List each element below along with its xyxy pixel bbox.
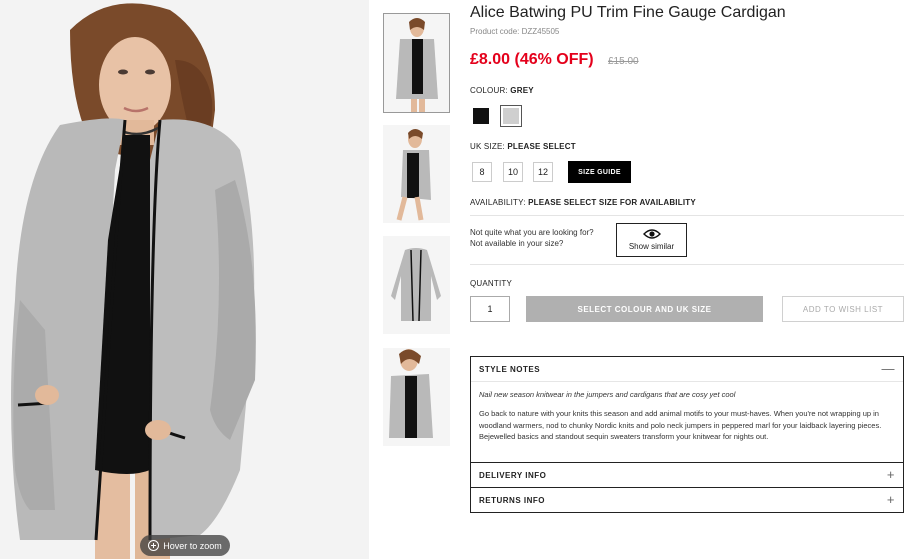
swatch-black[interactable] [470, 105, 492, 127]
size-label-text: UK SIZE: [470, 142, 505, 151]
swatch-grey-fill [503, 108, 519, 124]
add-to-wishlist-button[interactable]: ADD TO WISH LIST [782, 296, 904, 322]
thumbnail-image-front [384, 14, 449, 112]
style-notes-header[interactable]: STYLE NOTES — [471, 357, 903, 381]
availability-label: AVAILABILITY: PLEASE SELECT SIZE FOR AVA… [470, 198, 696, 207]
swatch-grey[interactable] [500, 105, 522, 127]
select-colour-size-button[interactable]: SELECT COLOUR AND UK SIZE [526, 296, 763, 322]
thumbnail-image-flat [383, 236, 450, 334]
size-option-12[interactable]: 12 [533, 162, 553, 182]
thumbnail-1[interactable] [383, 13, 450, 113]
thumbnail-3[interactable] [383, 236, 450, 334]
divider [470, 215, 904, 216]
thumbnail-2[interactable] [383, 125, 450, 223]
expand-icon[interactable]: + [887, 467, 895, 482]
colour-value: GREY [510, 86, 534, 95]
divider [470, 264, 904, 265]
thumbnail-image-side [383, 125, 450, 223]
size-value: PLEASE SELECT [507, 142, 576, 151]
show-similar-label: Show similar [628, 242, 675, 251]
style-notes-title: STYLE NOTES [479, 364, 541, 374]
quantity-label: QUANTITY [470, 279, 513, 288]
availability-label-text: AVAILABILITY: [470, 198, 526, 207]
main-product-image[interactable]: Hover to zoom [0, 0, 369, 559]
size-option-10[interactable]: 10 [503, 162, 523, 182]
show-similar-button[interactable]: Show similar [616, 223, 687, 257]
delivery-info-title: DELIVERY INFO [479, 470, 547, 480]
thumbnail-4[interactable] [383, 348, 450, 446]
swatch-black-fill [473, 108, 489, 124]
not-quite-text: Not quite what you are looking for? Not … [470, 227, 594, 249]
expand-icon[interactable]: + [887, 492, 895, 507]
quantity-input[interactable]: 1 [470, 296, 510, 322]
original-price: £15.00 [608, 56, 639, 67]
thumbnail-image-detail [383, 348, 450, 446]
model-photo [0, 0, 369, 559]
size-guide-button[interactable]: SIZE GUIDE [568, 161, 631, 183]
not-quite-line2: Not available in your size? [470, 239, 564, 248]
colour-label: COLOUR: GREY [470, 86, 534, 95]
divider [471, 381, 903, 382]
style-notes-body: Go back to nature with your knits this s… [479, 409, 882, 441]
hover-to-zoom-pill: Hover to zoom [140, 535, 230, 556]
size-option-8[interactable]: 8 [472, 162, 492, 182]
size-label: UK SIZE: PLEASE SELECT [470, 142, 576, 151]
eye-icon [642, 229, 661, 239]
style-notes-headline: Nail new season knitwear in the jumpers … [479, 390, 736, 399]
product-code: Product code: DZZ45505 [470, 27, 560, 36]
returns-info-title: RETURNS INFO [479, 495, 545, 505]
sale-price: £8.00 (46% OFF) [470, 51, 594, 68]
availability-value: PLEASE SELECT SIZE FOR AVAILABILITY [528, 198, 696, 207]
product-title: Alice Batwing PU Trim Fine Gauge Cardiga… [470, 4, 786, 21]
zoom-label: Hover to zoom [163, 540, 222, 551]
delivery-info-header[interactable]: DELIVERY INFO + [471, 463, 903, 487]
not-quite-line1: Not quite what you are looking for? [470, 228, 594, 237]
zoom-plus-icon [148, 540, 160, 551]
colour-label-text: COLOUR: [470, 86, 508, 95]
product-info-accordion: STYLE NOTES — Nail new season knitwear i… [470, 356, 904, 513]
returns-info-header[interactable]: RETURNS INFO + [471, 488, 903, 512]
collapse-icon[interactable]: — [882, 361, 896, 376]
